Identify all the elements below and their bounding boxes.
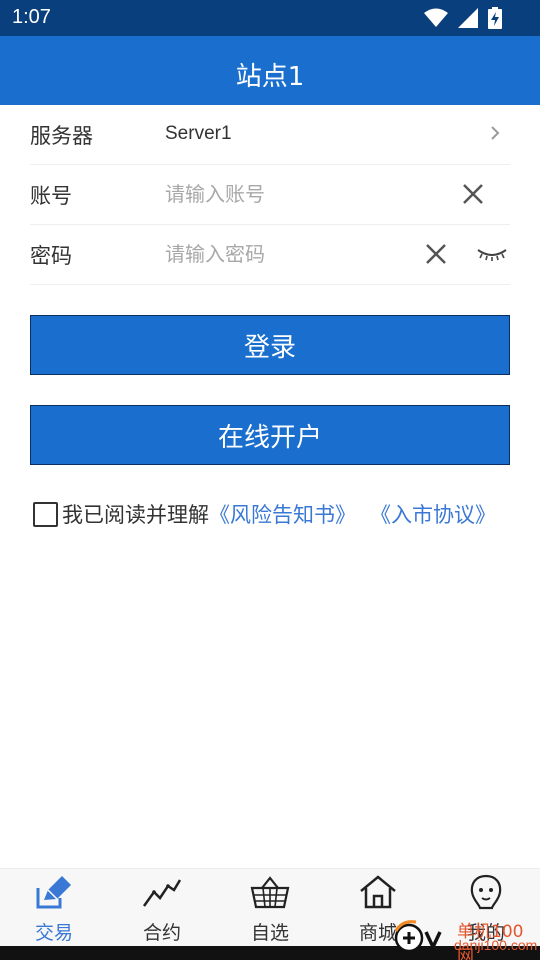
agreement: 我已阅读并理解 《风险告知书》 《入市协议》: [33, 499, 496, 529]
app-header: 站点1: [0, 36, 540, 105]
battery-charging-icon: [488, 7, 502, 29]
agreement-checkbox[interactable]: [33, 501, 58, 527]
open-account-button[interactable]: 在线开户: [30, 405, 510, 465]
profile-icon: [466, 874, 506, 910]
server-label: 服务器: [30, 124, 93, 148]
password-label: 密码: [30, 244, 72, 268]
watermark-logo-icon: [392, 919, 452, 957]
watermark-text-en: danji100.com: [454, 937, 538, 953]
nav-label-trade: 交易: [34, 922, 73, 944]
chevron-right-icon: [490, 125, 500, 145]
status-bar: 1:07: [0, 0, 540, 36]
market-agreement-link[interactable]: 《入市协议》: [370, 499, 496, 529]
eye-closed-icon[interactable]: [476, 247, 508, 267]
risk-disclosure-link[interactable]: 《风险告知书》: [209, 499, 356, 529]
password-row: 密码: [30, 225, 510, 285]
nav-item-contracts[interactable]: 合约: [108, 869, 216, 947]
page-title: 站点1: [235, 62, 305, 92]
clear-account-icon[interactable]: [462, 183, 484, 209]
signal-icon: [458, 8, 478, 28]
basket-icon: [250, 874, 290, 910]
nav-label-watchlist: 自选: [250, 922, 289, 944]
password-input[interactable]: [165, 237, 415, 271]
chart-line-icon: [142, 874, 182, 910]
nav-item-trade[interactable]: 交易: [0, 869, 108, 947]
account-row: 账号: [30, 165, 510, 225]
nav-label-contracts: 合约: [142, 922, 181, 944]
watermark: 单机100网 danji100.com: [392, 915, 540, 960]
login-button[interactable]: 登录: [30, 315, 510, 375]
trade-icon: [34, 874, 74, 910]
nav-item-watchlist[interactable]: 自选: [216, 869, 324, 947]
account-label: 账号: [30, 184, 72, 208]
home-icon: [358, 874, 398, 910]
clear-password-icon[interactable]: [425, 243, 447, 269]
status-time: 1:07: [12, 6, 51, 28]
status-icons: [424, 7, 502, 29]
wifi-icon: [424, 8, 448, 28]
server-row[interactable]: 服务器 Server1: [30, 105, 510, 165]
server-value[interactable]: Server1: [165, 123, 232, 145]
agreement-text: 我已阅读并理解: [62, 503, 209, 527]
account-input[interactable]: [165, 177, 415, 211]
